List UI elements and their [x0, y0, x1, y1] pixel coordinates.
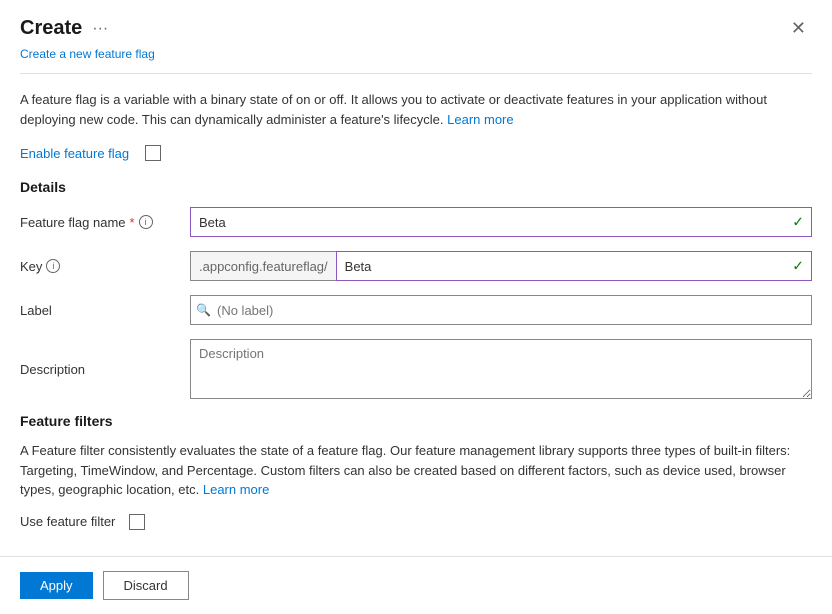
- use-feature-filter-row: Use feature filter: [20, 514, 812, 530]
- feature-filters-title: Feature filters: [20, 413, 812, 429]
- details-section-title: Details: [20, 179, 812, 195]
- key-field-group: .appconfig.featureflag/ ✓: [190, 251, 812, 281]
- enable-feature-flag-label: Enable feature flag: [20, 146, 129, 161]
- key-check-icon: ✓: [792, 258, 804, 275]
- feature-flag-name-input-wrapper: ✓: [190, 207, 812, 237]
- learn-more-link-2[interactable]: Learn more: [203, 482, 269, 497]
- description-input[interactable]: [190, 339, 812, 399]
- feature-flag-name-check-icon: ✓: [792, 214, 804, 231]
- label-input[interactable]: [190, 295, 812, 325]
- key-row: Key i .appconfig.featureflag/ ✓: [20, 251, 812, 281]
- dialog-subtitle[interactable]: Create a new feature flag: [0, 45, 832, 73]
- key-input-wrapper: ✓: [336, 251, 812, 281]
- key-input[interactable]: [336, 251, 812, 281]
- label-search-icon: 🔍: [196, 303, 211, 317]
- label-row: Label 🔍: [20, 295, 812, 325]
- create-feature-flag-dialog: Create ··· ✕ Create a new feature flag A…: [0, 0, 832, 614]
- dialog-footer: Apply Discard: [0, 556, 832, 614]
- key-info-icon[interactable]: i: [46, 259, 60, 273]
- key-prefix: .appconfig.featureflag/: [190, 251, 336, 281]
- feature-filters-section: Feature filters A Feature filter consist…: [20, 413, 812, 530]
- feature-flag-name-row: Feature flag name * i ✓: [20, 207, 812, 237]
- label-input-wrapper: 🔍: [190, 295, 812, 325]
- use-feature-filter-checkbox[interactable]: [129, 514, 145, 530]
- required-star: *: [130, 215, 135, 230]
- feature-flag-name-input[interactable]: [190, 207, 812, 237]
- feature-flag-name-info-icon[interactable]: i: [139, 215, 153, 229]
- key-label: Key i: [20, 259, 190, 274]
- dialog-title: Create: [20, 17, 82, 40]
- enable-feature-flag-checkbox[interactable]: [145, 145, 161, 161]
- discard-button[interactable]: Discard: [103, 571, 189, 600]
- apply-button[interactable]: Apply: [20, 572, 93, 599]
- dialog-body: A feature flag is a variable with a bina…: [0, 74, 832, 556]
- feature-filters-description: A Feature filter consistently evaluates …: [20, 441, 812, 500]
- learn-more-link-1[interactable]: Learn more: [447, 112, 513, 127]
- feature-flag-name-label: Feature flag name * i: [20, 215, 190, 230]
- close-button[interactable]: ✕: [785, 16, 812, 41]
- menu-icon[interactable]: ···: [92, 20, 108, 38]
- description-text: A feature flag is a variable with a bina…: [20, 90, 812, 129]
- enable-feature-flag-row: Enable feature flag: [20, 145, 812, 161]
- dialog-header: Create ··· ✕: [0, 0, 832, 45]
- use-feature-filter-label: Use feature filter: [20, 514, 115, 529]
- description-label: Description: [20, 362, 190, 377]
- label-label: Label: [20, 303, 190, 318]
- description-row: Description: [20, 339, 812, 399]
